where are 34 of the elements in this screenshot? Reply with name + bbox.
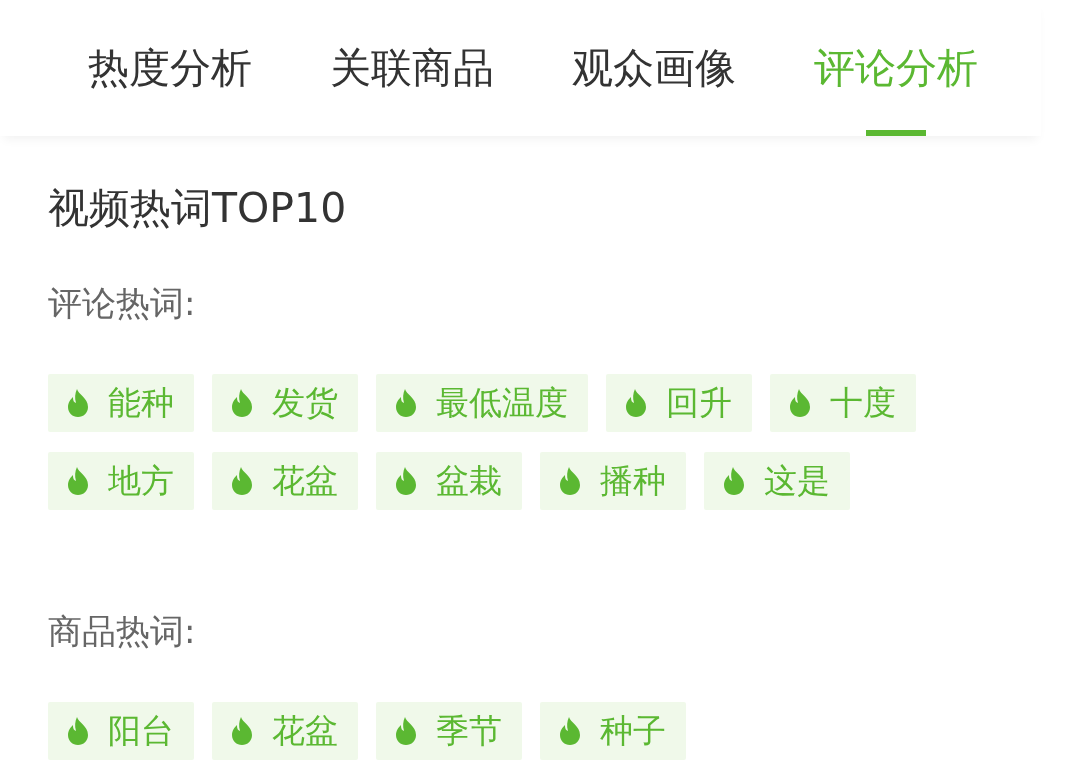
tab[interactable]: 观众画像 — [572, 0, 736, 136]
flame-icon — [394, 717, 418, 745]
hot-word: 能种 — [108, 383, 174, 423]
flame-icon — [394, 389, 418, 417]
hot-word: 十度 — [830, 383, 896, 423]
flame-icon — [230, 717, 254, 745]
hot-word: 最低温度 — [436, 383, 568, 423]
tab[interactable]: 关联商品 — [330, 0, 494, 136]
hot-word: 发货 — [272, 383, 338, 423]
flame-icon — [722, 467, 746, 495]
flame-icon — [230, 467, 254, 495]
flame-icon — [624, 389, 648, 417]
hot-word: 盆栽 — [436, 461, 502, 501]
hot-word: 地方 — [108, 461, 174, 501]
section-title: 视频热词TOP10 — [48, 183, 348, 233]
flame-icon — [66, 717, 90, 745]
group-label: 评论热词: — [48, 283, 197, 324]
hot-word: 播种 — [600, 461, 666, 501]
hot-word: 花盆 — [272, 711, 338, 751]
group-label: 商品热词: — [48, 611, 197, 652]
flame-icon — [558, 467, 582, 495]
flame-icon — [66, 389, 90, 417]
hot-word: 回升 — [666, 383, 732, 423]
flame-icon — [394, 467, 418, 495]
flame-icon — [558, 717, 582, 745]
tab[interactable]: 热度分析 — [88, 0, 252, 136]
hot-word: 这是 — [764, 461, 830, 501]
hot-word: 季节 — [436, 711, 502, 751]
hot-word: 种子 — [600, 711, 666, 751]
flame-icon — [788, 389, 812, 417]
flame-icon — [230, 389, 254, 417]
hot-word: 花盆 — [272, 461, 338, 501]
hot-word: 阳台 — [108, 711, 174, 751]
flame-icon — [66, 467, 90, 495]
